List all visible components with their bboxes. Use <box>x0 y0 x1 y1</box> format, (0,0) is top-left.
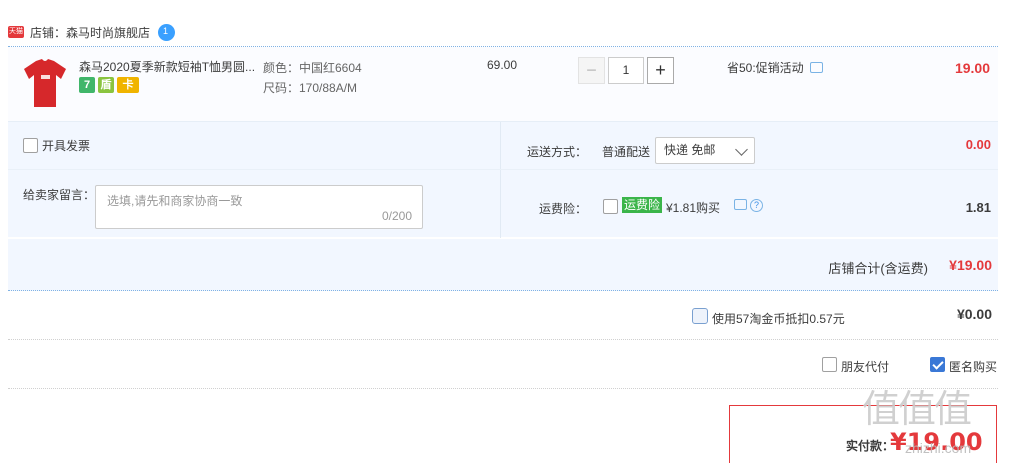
insurance-price: ¥1.81购买 <box>666 201 721 215</box>
divider <box>8 169 998 170</box>
shipping-method-select[interactable]: 快递 免邮 <box>655 137 755 164</box>
invoice-option[interactable]: 开具发票 <box>23 137 90 154</box>
chat-icon[interactable] <box>158 23 176 41</box>
service-badges: 7 盾 卡 <box>79 77 139 93</box>
anonymous-label: 匿名购买 <box>949 360 998 374</box>
comment-icon[interactable] <box>809 62 823 73</box>
seven-day-return-icon[interactable]: 7 <box>79 77 95 93</box>
comment-icon[interactable] <box>734 199 747 210</box>
insurance-help: ? <box>734 199 763 212</box>
message-char-count: 0/200 <box>381 209 412 223</box>
sku-color: 颜色：中国红6604 <box>263 61 362 75</box>
seller-message-input[interactable]: 选填,请先和商家协商一致 0/200 <box>95 185 423 229</box>
taobao-coin-row: 使用57淘金币抵扣0.57元 ¥0.00 <box>8 292 998 340</box>
shop-total-row: 店铺合计(含运费) ¥19.00 <box>8 239 998 291</box>
shop-header: 天猫 店铺：森马时尚旗舰店 <box>8 22 176 42</box>
insurance-checkbox[interactable] <box>603 199 618 214</box>
credit-card-icon[interactable]: 卡 <box>117 77 139 93</box>
product-sku: 颜色：中国红6604 尺码：170/88A/M <box>263 58 362 98</box>
sku-size: 尺码：170/88A/M <box>263 81 358 95</box>
item-subtotal: 19.00 <box>954 60 990 76</box>
promotion-text: 省50:促销活动 <box>727 61 804 75</box>
shipping-method-value: 快递 免邮 <box>664 143 716 157</box>
shipping-type: 普通配送 <box>602 145 651 159</box>
quantity-input[interactable]: 1 <box>608 57 644 84</box>
product-image[interactable] <box>22 57 68 109</box>
payment-label: 实付款： <box>846 439 895 453</box>
promotion-info: 省50:促销活动 <box>727 59 823 76</box>
shop-total-label: 店铺合计(含运费) <box>828 261 928 276</box>
coin-checkbox[interactable] <box>692 308 708 324</box>
anonymous-checkbox[interactable] <box>930 357 945 372</box>
insurance-label: 运费险： <box>539 202 588 216</box>
guarantee-icon[interactable]: 盾 <box>98 77 114 93</box>
unit-price: 69.00 <box>487 58 518 72</box>
watermark: 值值值 <box>862 387 972 431</box>
invoice-label: 开具发票 <box>42 139 91 153</box>
insurance-tag: 运费险 <box>622 197 663 213</box>
invoice-checkbox[interactable] <box>23 138 38 153</box>
watermark-url: zhizhi.com <box>905 440 972 456</box>
message-placeholder: 选填,请先和商家协商一致 <box>107 194 243 208</box>
chevron-down-icon <box>735 143 748 156</box>
shipping-label: 运送方式： <box>527 145 588 159</box>
coin-text: 使用57淘金币抵扣0.57元 <box>712 312 845 326</box>
order-options: 开具发票 给卖家留言： 选填,请先和商家协商一致 0/200 运送方式： 普通配… <box>8 122 998 238</box>
message-label: 给卖家留言： <box>23 188 96 202</box>
product-title-link[interactable]: 森马2020夏季新款短袖T恤男圆... <box>79 58 259 75</box>
tmall-icon: 天猫 <box>8 26 24 38</box>
friend-pay-checkbox[interactable] <box>822 357 837 372</box>
checkout-options-row: 朋友代付 匿名购买 <box>8 341 998 389</box>
shop-total-value: ¥19.00 <box>949 257 992 273</box>
quantity-increase-button[interactable]: + <box>647 57 674 84</box>
order-item-row: 森马2020夏季新款短袖T恤男圆... 7 盾 卡 颜色：中国红6604 尺码：… <box>8 47 998 122</box>
coin-value: ¥0.00 <box>956 306 992 322</box>
friend-pay-label: 朋友代付 <box>841 360 890 374</box>
quantity-decrease-button[interactable]: − <box>578 57 605 84</box>
shipping-fee: 0.00 <box>965 137 991 152</box>
shop-name-link[interactable]: 店铺：森马时尚旗舰店 <box>30 24 150 41</box>
help-icon[interactable]: ? <box>750 199 763 212</box>
insurance-value: 1.81 <box>965 200 991 215</box>
